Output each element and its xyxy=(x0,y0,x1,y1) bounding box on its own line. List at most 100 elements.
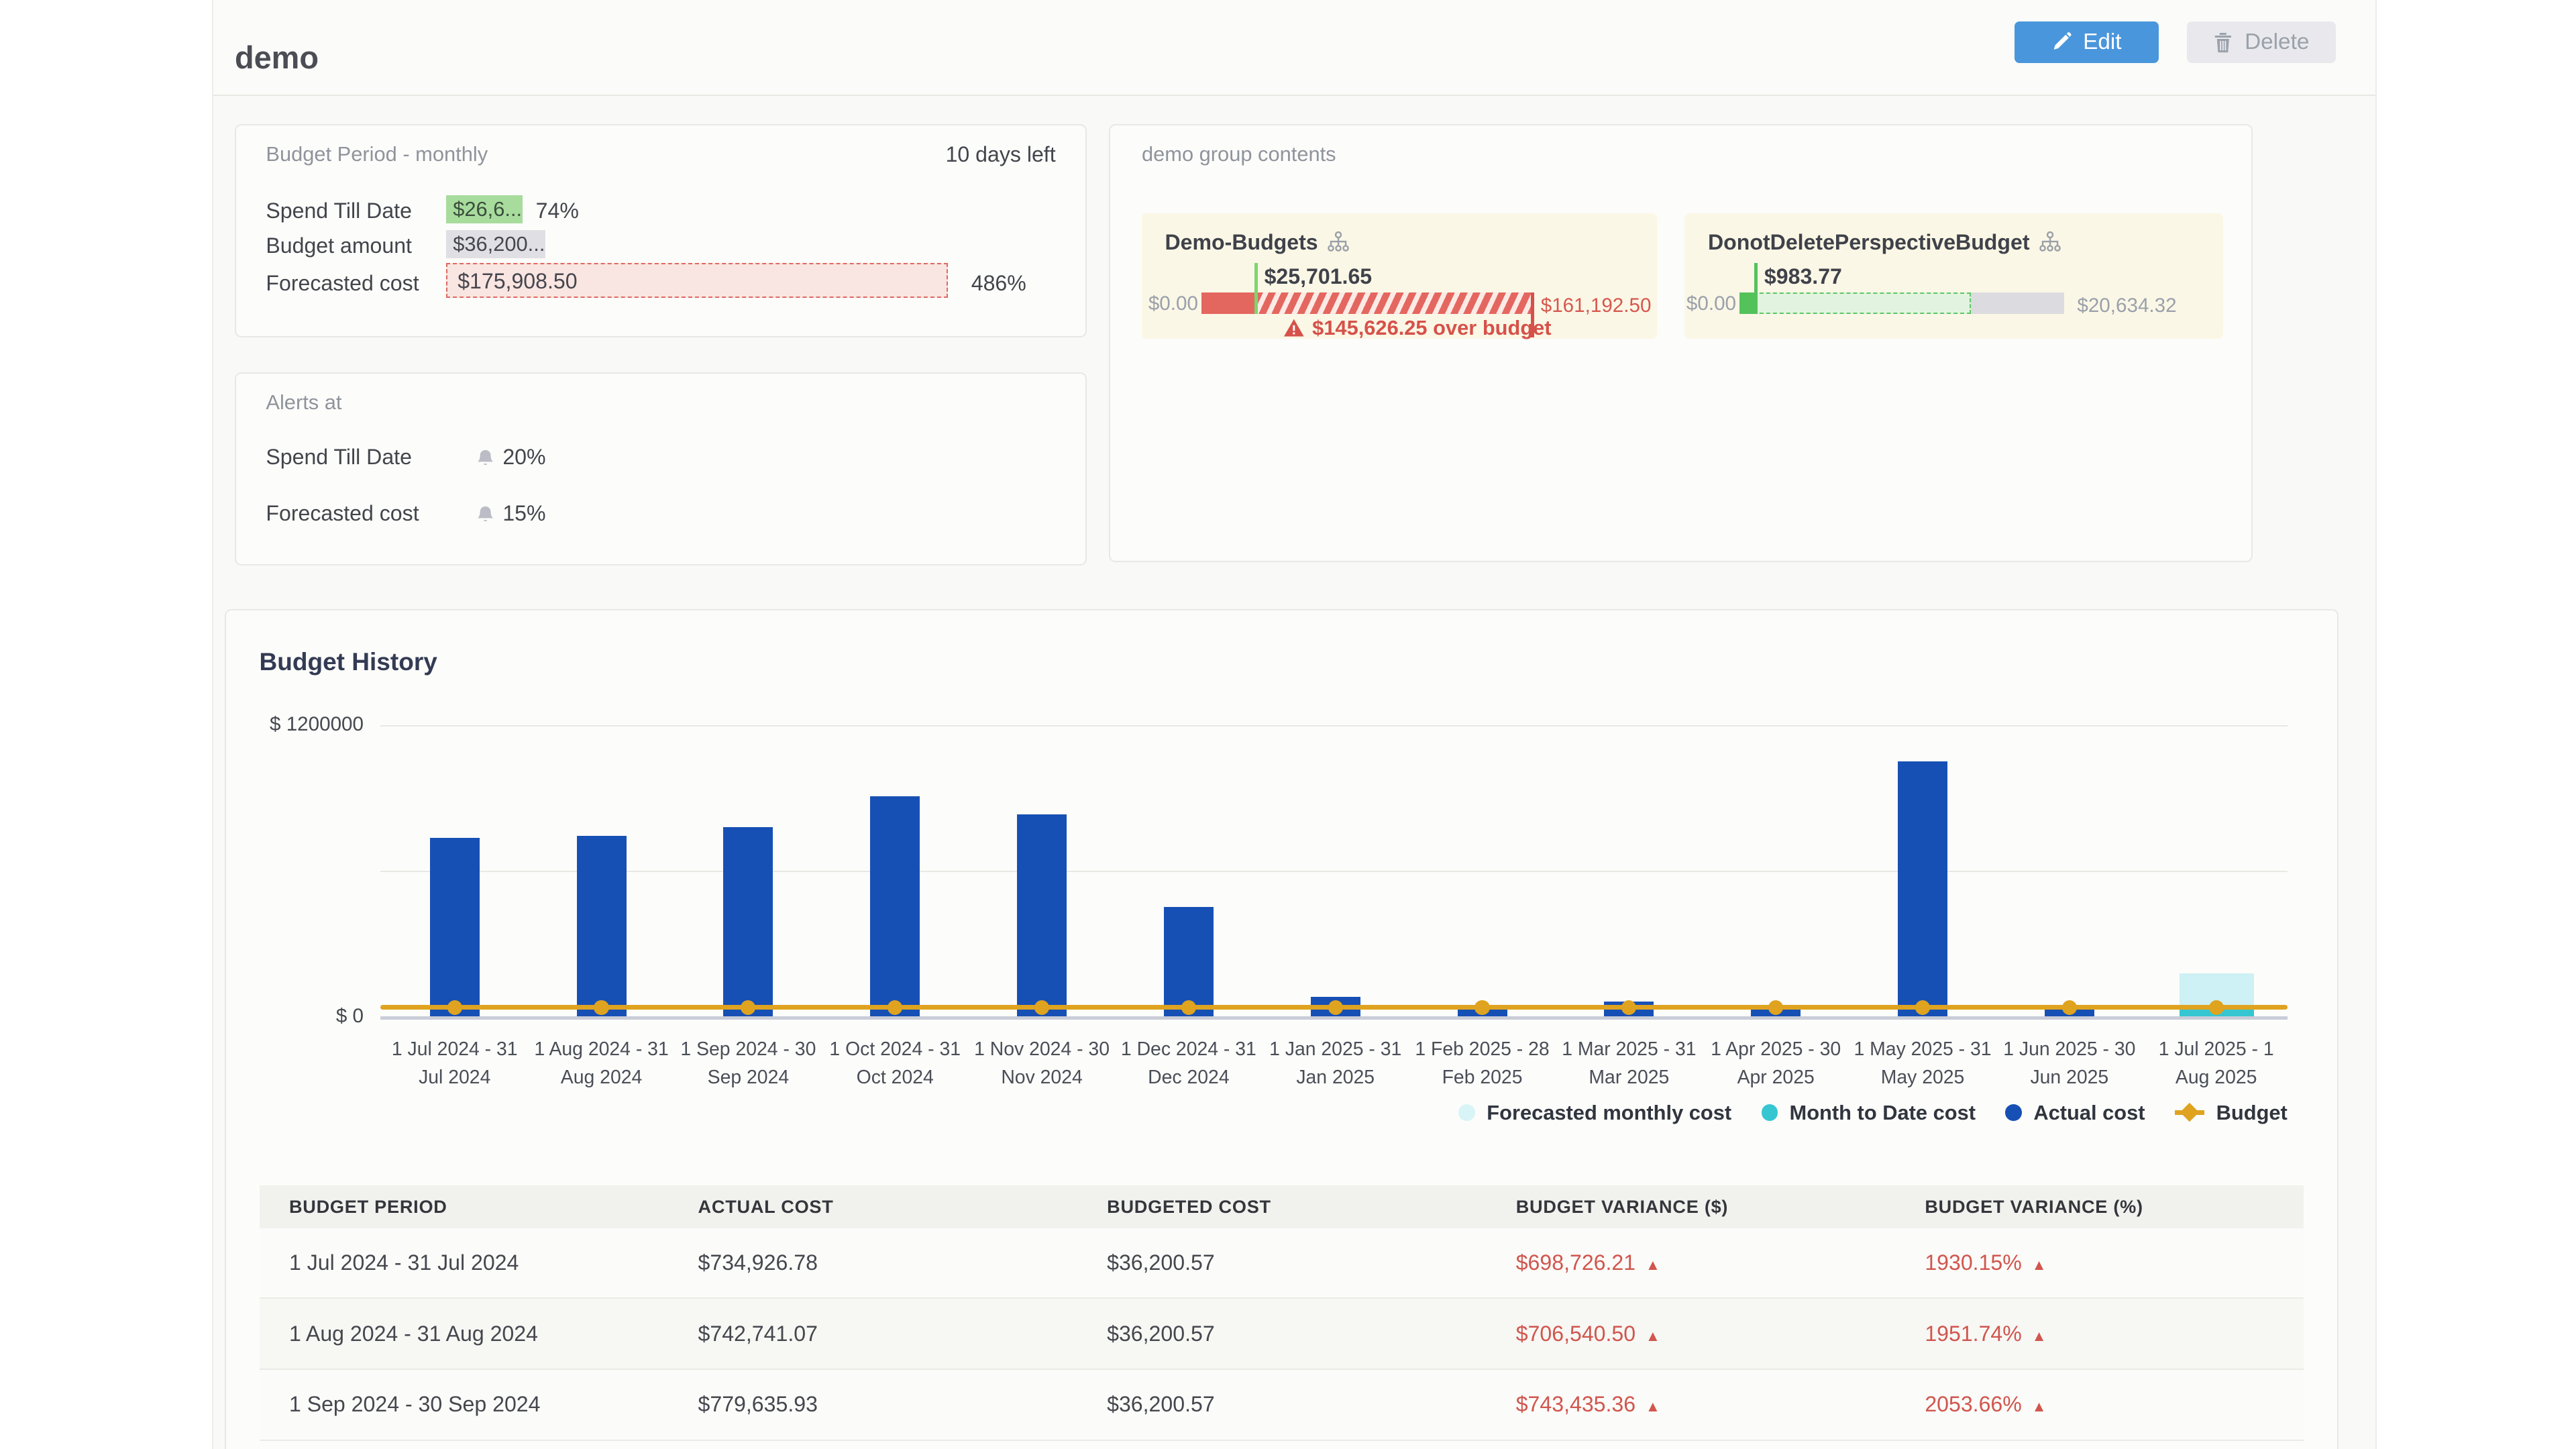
table-header-cell: BUDGET VARIANCE ($) xyxy=(1486,1196,1895,1218)
spend-till-date-percent: 74% xyxy=(536,199,579,223)
forecasted-cost-chip: $175,908.50 xyxy=(446,263,948,298)
table-row: 1 Aug 2024 - 31 Aug 2024$742,741.07$36,2… xyxy=(260,1299,2304,1370)
chart-legend: Forecasted monthly cost Month to Date co… xyxy=(1458,1101,2287,1125)
page-title: demo xyxy=(235,40,319,76)
mini-bar-forecast-segment xyxy=(1739,292,1972,314)
budget-history-chart: $ 1200000$ 01 Jul 2024 - 31Jul 20241 Aug… xyxy=(226,610,2337,1173)
y-axis-tick: $ 0 xyxy=(248,1005,364,1028)
budget-line-marker[interactable] xyxy=(594,1000,608,1015)
budget-amount-chip: $36,200.... xyxy=(446,230,545,258)
x-axis-line xyxy=(380,1016,2288,1020)
alert-forecast-label: Forecasted cost xyxy=(266,501,419,526)
mini-bar-forecast-segment xyxy=(1256,292,1531,314)
variance-up-icon: ▲ xyxy=(1646,1328,1660,1344)
edit-button-label: Edit xyxy=(2083,30,2121,55)
content-column: demo Edit Delete Budget Period - monthly… xyxy=(212,0,2377,1449)
legend-item-actual: Actual cost xyxy=(2005,1101,2145,1125)
variance-up-icon: ▲ xyxy=(2032,1398,2047,1415)
pencil-icon xyxy=(2051,32,2072,52)
actual-cost-bar[interactable] xyxy=(430,838,480,1016)
variance-up-icon: ▲ xyxy=(1646,1256,1660,1273)
legend-item-budget: Budget xyxy=(2175,1101,2288,1125)
budget-period-header: Budget Period - monthly xyxy=(266,142,488,166)
table-cell: $734,926.78 xyxy=(668,1250,1077,1275)
table-cell: 1 Jul 2024 - 31 Jul 2024 xyxy=(260,1250,669,1275)
over-budget-label: $145,626.25 over budget xyxy=(1312,316,1551,340)
table-body: 1 Jul 2024 - 31 Jul 2024$734,926.78$36,2… xyxy=(260,1228,2304,1441)
variance-cell: 1951.74%▲ xyxy=(1895,1322,2304,1346)
mini-bar-marker-line xyxy=(1254,263,1258,315)
budget-legend-line xyxy=(2175,1110,2204,1115)
actual-cost-bar[interactable] xyxy=(1898,761,1947,1016)
table-header-cell: BUDGETED COST xyxy=(1077,1196,1487,1218)
table-row: 1 Sep 2024 - 30 Sep 2024$779,635.93$36,2… xyxy=(260,1370,2304,1441)
budget-line-marker[interactable] xyxy=(1181,1000,1196,1015)
group-contents-card: demo group contents Demo-Budgets $0.00 xyxy=(1109,124,2252,562)
mtd-legend-dot xyxy=(1762,1104,1778,1121)
alerts-header: Alerts at xyxy=(266,390,341,415)
forecasted-cost-label: Forecasted cost xyxy=(266,271,419,296)
variance-up-icon: ▲ xyxy=(2032,1256,2047,1273)
mini-bar-max-label: $20,634.32 xyxy=(2077,294,2176,317)
budget-line-marker[interactable] xyxy=(1768,1000,1783,1015)
table-cell: $36,200.57 xyxy=(1077,1322,1487,1346)
budget-line-marker[interactable] xyxy=(888,1000,902,1015)
mini-bar-spend-segment xyxy=(1201,292,1256,314)
mini-bar-marker-line xyxy=(1754,263,1758,315)
mini-bar-marker-value: $25,701.65 xyxy=(1265,264,1373,289)
mini-bar-min-label: $0.00 xyxy=(1686,292,1733,315)
actual-cost-bar[interactable] xyxy=(723,827,773,1016)
child-budget-name: DonotDeletePerspectiveBudget xyxy=(1708,230,2030,255)
alert-spend-percent: 20% xyxy=(502,445,545,470)
mini-bar-min-label: $0.00 xyxy=(1148,292,1198,315)
edit-button[interactable]: Edit xyxy=(2015,21,2159,63)
delete-button[interactable]: Delete xyxy=(2187,21,2336,63)
gridline xyxy=(380,725,2288,727)
table-cell: $36,200.57 xyxy=(1077,1250,1487,1275)
bell-icon xyxy=(476,445,494,475)
trash-icon xyxy=(2213,32,2233,53)
budget-line-marker[interactable] xyxy=(2209,1000,2224,1015)
budget-line-marker[interactable] xyxy=(447,1000,462,1015)
table-header-cell: ACTUAL COST xyxy=(668,1196,1077,1218)
variance-cell: 2053.66%▲ xyxy=(1895,1392,2304,1417)
spend-till-date-chip: $26,6... xyxy=(446,195,523,223)
actual-legend-dot xyxy=(2005,1104,2022,1121)
actual-cost-bar[interactable] xyxy=(870,796,920,1016)
hierarchy-icon xyxy=(2039,231,2061,253)
x-axis-tick: 1 Jul 2025 - 1Aug 2025 xyxy=(2129,1036,2304,1091)
warning-icon xyxy=(1284,319,1304,337)
table-row: 1 Jul 2024 - 31 Jul 2024$734,926.78$36,2… xyxy=(260,1228,2304,1299)
actual-cost-bar[interactable] xyxy=(1017,814,1067,1016)
legend-item-mtd: Month to Date cost xyxy=(1762,1101,1976,1125)
gridline xyxy=(380,871,2288,872)
table-cell: $36,200.57 xyxy=(1077,1392,1487,1417)
child-budget-tile-donotdelete[interactable]: DonotDeletePerspectiveBudget $0.00 $983.… xyxy=(1684,213,2222,339)
variance-up-icon: ▲ xyxy=(1646,1398,1660,1415)
child-budget-tile-demo-budgets[interactable]: Demo-Budgets $0.00 $25,701.65 $161, xyxy=(1142,213,1657,339)
actual-cost-bar[interactable] xyxy=(577,836,627,1016)
budget-line-marker[interactable] xyxy=(1034,1000,1049,1015)
budget-line-marker[interactable] xyxy=(1474,1000,1489,1015)
variance-cell: $698,726.21▲ xyxy=(1486,1250,1895,1275)
budget-amount-label: Budget amount xyxy=(266,233,412,258)
child-budget-name: Demo-Budgets xyxy=(1165,230,1318,255)
legend-item-forecast: Forecasted monthly cost xyxy=(1458,1101,1731,1125)
variance-cell: $743,435.36▲ xyxy=(1486,1392,1895,1417)
budget-line-marker[interactable] xyxy=(1915,1000,1930,1015)
table-header-cell: BUDGET VARIANCE (%) xyxy=(1895,1196,2304,1218)
alert-spend-label: Spend Till Date xyxy=(266,445,412,470)
mini-bar-marker-value: $983.77 xyxy=(1764,264,1842,289)
variance-cell: 1930.15%▲ xyxy=(1895,1250,2304,1275)
budget-line-marker[interactable] xyxy=(1328,1000,1343,1015)
spend-till-date-label: Spend Till Date xyxy=(266,199,412,223)
bell-icon xyxy=(476,501,494,531)
budget-detail-page: demo Edit Delete Budget Period - monthly… xyxy=(0,0,2576,1449)
table-cell: $779,635.93 xyxy=(668,1392,1077,1417)
delete-button-label: Delete xyxy=(2245,30,2309,55)
mini-bar-spend-segment xyxy=(1739,292,1754,314)
y-axis-tick: $ 1200000 xyxy=(248,713,364,736)
budget-period-card: Budget Period - monthly 10 days left Spe… xyxy=(235,124,1087,337)
variance-up-icon: ▲ xyxy=(2032,1328,2047,1344)
budget-line-marker[interactable] xyxy=(2062,1000,2077,1015)
